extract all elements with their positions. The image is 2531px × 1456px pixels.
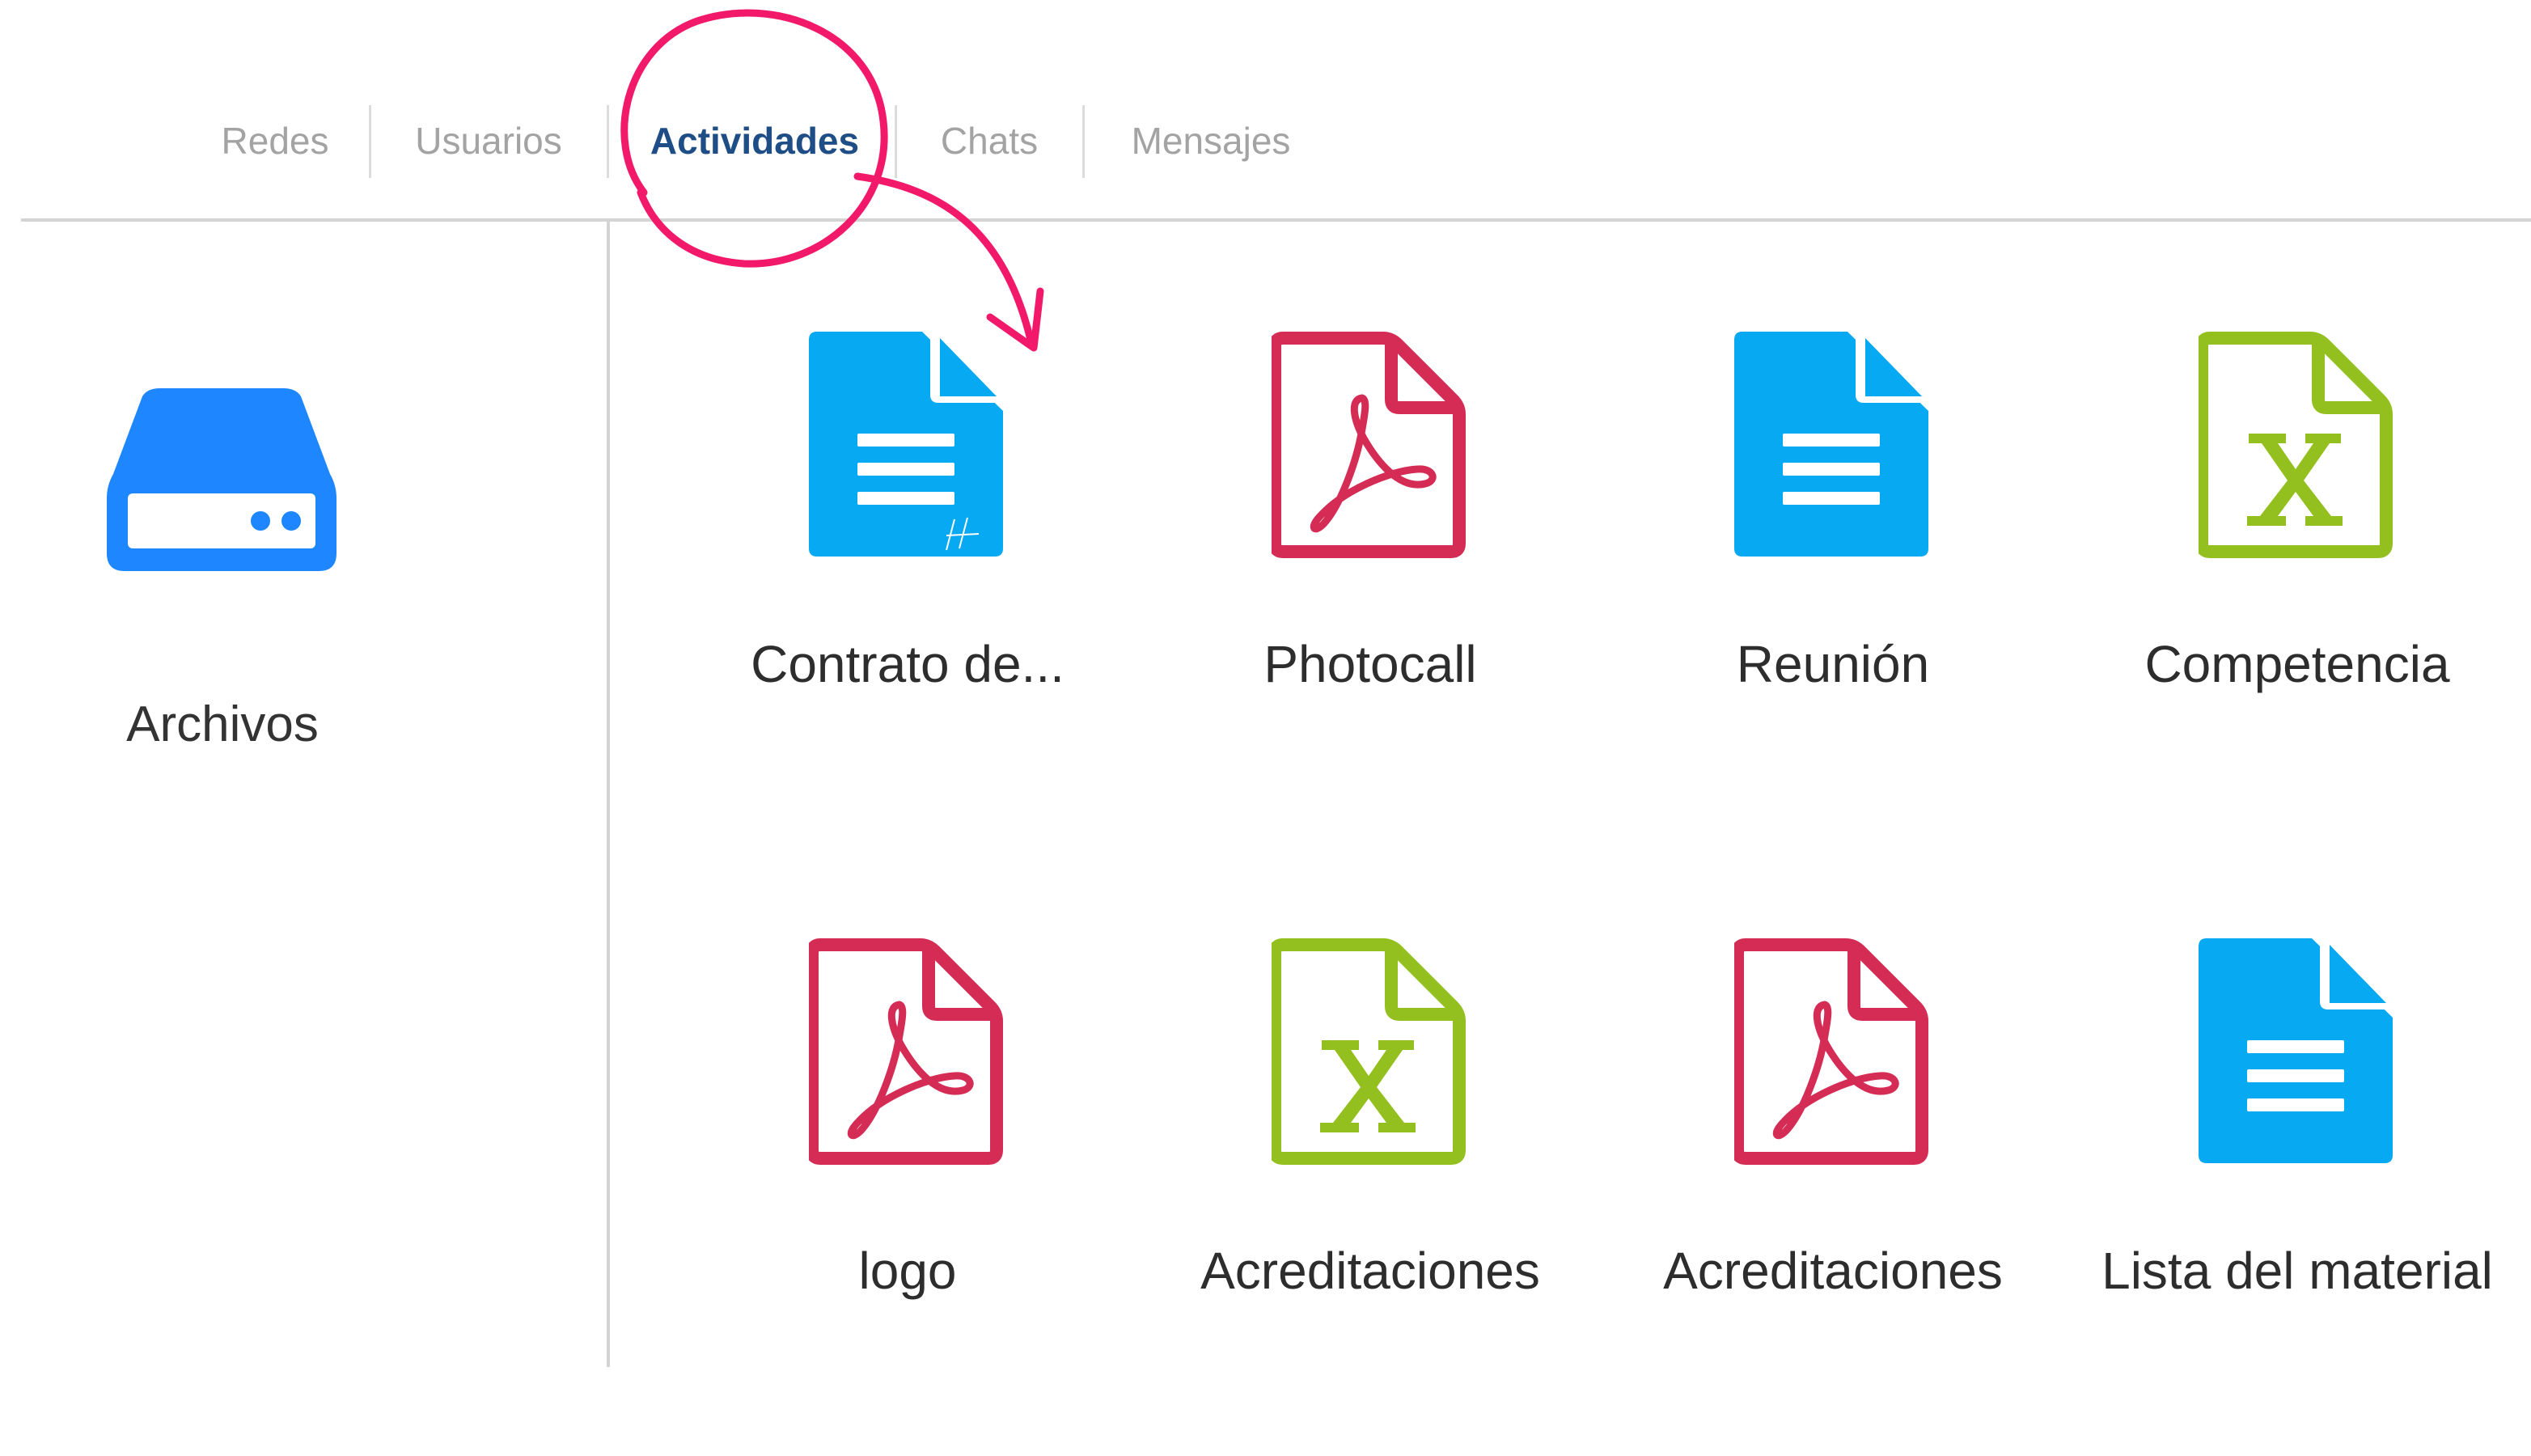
file-label: Acreditaciones [1200,1242,1540,1300]
header-divider [21,218,2531,222]
file-item[interactable]: Lista del material [2071,938,2524,1456]
file-item[interactable]: Competencia [2071,332,2524,849]
file-item[interactable]: Acreditaciones [1144,938,1597,1456]
sidebar-item-archivos[interactable]: Archivos [89,356,356,809]
sidebar-divider [607,222,610,1367]
xls-file-icon [2199,332,2393,558]
pdf-file-icon [1734,938,1928,1165]
file-item[interactable]: Photocall [1144,332,1597,849]
file-label: logo [858,1242,957,1300]
file-item[interactable]: Contrato de... [681,332,1134,849]
tab-chats[interactable]: Chats [914,115,1064,167]
file-label: Competencia [2144,635,2450,693]
tab-divider [369,105,371,178]
file-label: Reunión [1736,635,1930,693]
doc-file-icon [1734,332,1928,557]
file-label: Contrato de... [751,635,1064,693]
file-item[interactable]: Reunión [1606,332,2059,849]
file-label: Acreditaciones [1663,1242,2003,1300]
tab-bar: Redes Usuarios Actividades Chats Mensaje… [0,0,2531,222]
tab-actividades[interactable]: Actividades [631,115,878,167]
pdf-file-icon [1272,332,1466,558]
sidebar-item-label: Archivos [126,696,319,752]
tab-divider [1082,105,1085,178]
pdf-file-icon [809,938,1003,1165]
xls-file-icon [1272,938,1466,1165]
doc-file-icon [809,332,1003,557]
tab-redes[interactable]: Redes [194,115,356,167]
tab-divider [607,105,609,178]
tab-mensajes[interactable]: Mensajes [1105,115,1317,167]
tab-usuarios[interactable]: Usuarios [388,115,589,167]
drive-icon [107,388,336,571]
file-item[interactable]: logo [681,938,1134,1456]
doc-file-icon [2199,938,2393,1163]
file-label: Lista del material [2101,1242,2493,1300]
file-item[interactable]: Acreditaciones [1606,938,2059,1456]
file-label: Photocall [1263,635,1477,693]
tab-divider [895,105,897,178]
